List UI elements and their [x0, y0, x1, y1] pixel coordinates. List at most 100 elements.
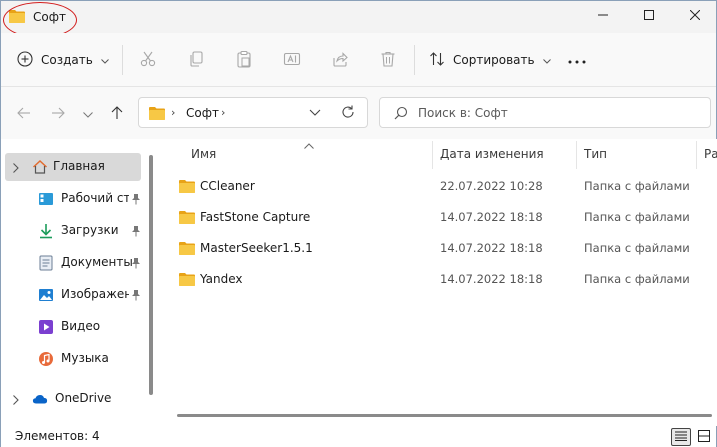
- command-separator: [414, 45, 415, 75]
- sort-arrows-icon: [429, 51, 445, 70]
- desktop-icon: [38, 191, 54, 207]
- copy-button[interactable]: [185, 49, 207, 71]
- sidebar-item-label: Главная: [53, 159, 105, 173]
- create-label: Создать: [41, 53, 93, 67]
- video-icon: [38, 319, 54, 335]
- sidebar-item-label: OneDrive: [55, 391, 112, 405]
- address-bar[interactable]: › Софт ›: [138, 97, 368, 128]
- item-count: Элементов: 4: [15, 429, 100, 443]
- sidebar-item-label: Документы: [61, 255, 133, 269]
- column-header-label: Дата изменения: [440, 147, 544, 161]
- breadcrumb-chevron-icon[interactable]: ›: [221, 106, 225, 119]
- table-row[interactable]: Yandex 14.07.2022 18:18 Папка с файлами: [171, 265, 717, 293]
- column-header-label: Ра: [704, 147, 717, 161]
- search-icon: [394, 106, 408, 123]
- file-type: Папка с файлами: [584, 241, 690, 255]
- sidebar-item-pictures[interactable]: Изображен: [5, 281, 141, 309]
- column-divider[interactable]: [576, 141, 577, 169]
- sidebar-item-video[interactable]: Видео: [5, 313, 141, 341]
- folder-icon: [179, 241, 195, 258]
- more-options-button[interactable]: [565, 47, 589, 73]
- file-date: 22.07.2022 10:28: [440, 179, 543, 193]
- paste-button[interactable]: [233, 49, 255, 71]
- pin-icon: [131, 257, 141, 272]
- sidebar-item-home[interactable]: Главная: [5, 153, 141, 181]
- title-bar: Софт: [1, 1, 717, 38]
- plus-circle-icon: [17, 50, 33, 70]
- file-date: 14.07.2022 18:18: [440, 210, 543, 224]
- chevron-down-icon: [83, 107, 93, 121]
- address-history-button[interactable]: [309, 105, 321, 122]
- file-name: Yandex: [200, 272, 243, 286]
- minimize-button[interactable]: [580, 1, 626, 31]
- column-divider[interactable]: [432, 141, 433, 169]
- folder-icon: [179, 179, 195, 196]
- search-box[interactable]: [379, 97, 711, 128]
- refresh-button[interactable]: [340, 104, 356, 123]
- column-header-date[interactable]: Дата изменения: [440, 139, 575, 169]
- details-view-button[interactable]: [671, 428, 691, 446]
- sidebar-item-onedrive[interactable]: OneDrive: [5, 385, 141, 413]
- column-header-name[interactable]: Имя: [191, 139, 431, 169]
- sidebar-item-label: Рабочий сто: [61, 191, 129, 205]
- column-header-size[interactable]: Ра: [704, 139, 717, 169]
- column-header-label: Тип: [584, 147, 607, 161]
- trash-icon: [379, 50, 397, 71]
- column-header-label: Имя: [191, 147, 217, 161]
- search-input[interactable]: [418, 103, 698, 123]
- command-separator: [122, 45, 123, 75]
- chevron-down-icon: [542, 53, 551, 67]
- chevron-right-icon[interactable]: [13, 394, 19, 408]
- create-button[interactable]: Создать: [17, 47, 109, 73]
- rename-button[interactable]: [281, 49, 303, 71]
- pin-icon: [131, 193, 141, 208]
- horizontal-scrollbar[interactable]: [177, 414, 712, 417]
- file-type: Папка с файлами: [584, 210, 690, 224]
- sort-label: Сортировать: [453, 53, 535, 67]
- home-icon: [32, 159, 48, 175]
- folder-icon: [149, 106, 165, 123]
- breadcrumb-item[interactable]: Софт: [186, 106, 219, 120]
- share-icon: [331, 50, 349, 71]
- chevron-down-icon: [100, 53, 109, 67]
- up-button[interactable]: [106, 103, 128, 125]
- file-name: FastStone Capture: [200, 210, 311, 224]
- cut-button[interactable]: [137, 49, 159, 71]
- recent-locations-button[interactable]: [77, 103, 99, 125]
- sidebar-item-downloads[interactable]: Загрузки: [5, 217, 141, 245]
- chevron-right-icon[interactable]: [13, 162, 19, 176]
- file-type: Папка с файлами: [584, 179, 690, 193]
- maximize-button[interactable]: [626, 1, 672, 31]
- downloads-icon: [38, 223, 54, 239]
- copy-icon: [187, 50, 205, 71]
- pictures-icon: [38, 287, 54, 303]
- table-row[interactable]: FastStone Capture 14.07.2022 18:18 Папка…: [171, 203, 717, 231]
- ellipsis-icon: [568, 53, 586, 67]
- table-row[interactable]: CCleaner 22.07.2022 10:28 Папка с файлам…: [171, 172, 717, 200]
- sidebar-item-documents[interactable]: Документы: [5, 249, 141, 277]
- breadcrumb-chevron-icon[interactable]: ›: [171, 106, 175, 119]
- table-row[interactable]: MasterSeeker1.5.1 14.07.2022 18:18 Папка…: [171, 234, 717, 262]
- navigation-row: › Софт ›: [1, 87, 716, 139]
- scissors-icon: [139, 50, 157, 71]
- close-button[interactable]: [672, 1, 717, 31]
- tiles-view-button[interactable]: [694, 428, 714, 446]
- explorer-window: Софт Создать Сортировать › Софт › Поиск …: [0, 0, 717, 447]
- sidebar-item-label: Загрузки: [61, 223, 119, 237]
- delete-button[interactable]: [377, 49, 399, 71]
- chevron-down-icon: [309, 108, 321, 122]
- column-header-type[interactable]: Тип: [584, 139, 694, 169]
- column-divider[interactable]: [696, 141, 697, 169]
- sidebar-item-desktop[interactable]: Рабочий сто: [5, 185, 141, 213]
- arrow-up-icon: [111, 105, 123, 123]
- sidebar-item-label: Музыка: [61, 351, 109, 365]
- share-button[interactable]: [329, 49, 351, 71]
- music-icon: [38, 351, 54, 367]
- forward-button[interactable]: [47, 103, 69, 125]
- back-button[interactable]: [13, 103, 35, 125]
- sidebar-scrollbar[interactable]: [149, 155, 153, 395]
- file-type: Папка с файлами: [584, 272, 690, 286]
- arrow-left-icon: [17, 107, 31, 122]
- sort-button[interactable]: Сортировать: [429, 47, 551, 73]
- sidebar-item-music[interactable]: Музыка: [5, 345, 141, 373]
